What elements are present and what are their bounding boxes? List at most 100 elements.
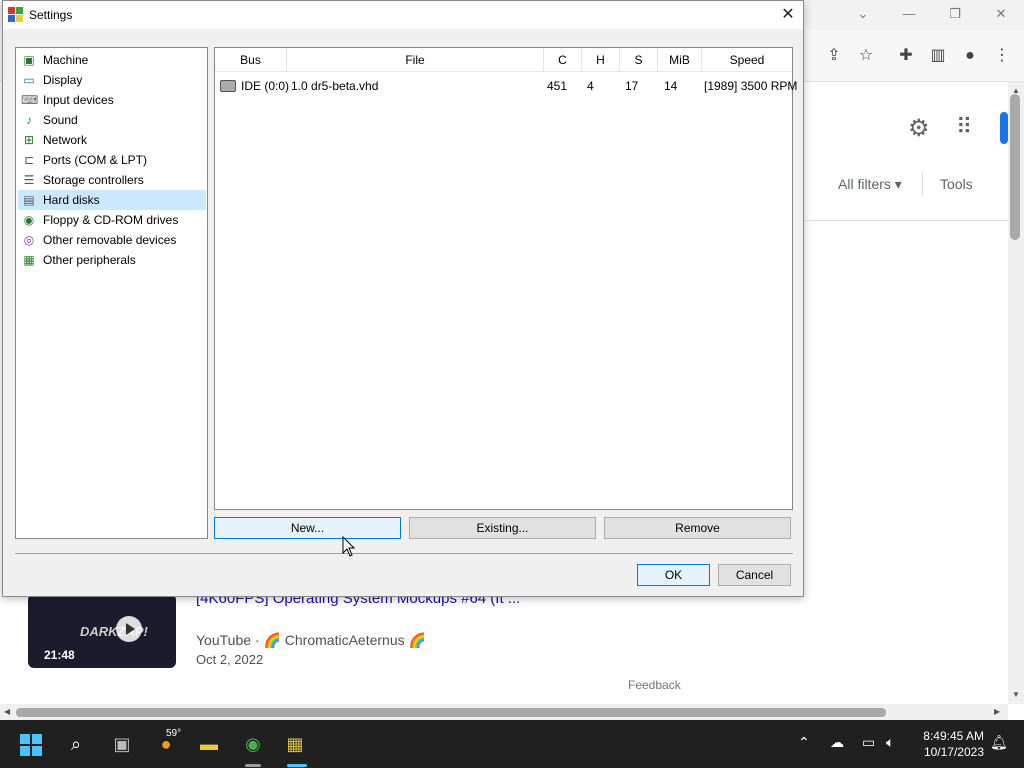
list-header: Bus File C H S MiB Speed — [215, 48, 792, 72]
tree-item-machine[interactable]: ▣ Machine — [18, 50, 206, 70]
new-button[interactable]: New... — [214, 517, 401, 539]
peripherals-icon: ▦ — [23, 253, 35, 267]
cell-s: 17 — [625, 79, 639, 93]
tree-item-other-removable[interactable]: ◎ Other removable devices — [18, 230, 206, 250]
tree-item-display[interactable]: ▭ Display — [18, 70, 206, 90]
hard-disk-row-icon — [220, 80, 236, 92]
scroll-up-arrow-icon[interactable]: ▲ — [1012, 86, 1020, 95]
bookmark-star-icon[interactable]: ☆ — [854, 44, 878, 68]
sound-icon: ♪ — [26, 113, 32, 127]
tree-item-network[interactable]: ⊞ Network — [18, 130, 206, 150]
cell-h: 4 — [587, 79, 594, 93]
close-window-icon[interactable]: ✕ — [986, 4, 1016, 24]
menu-kebab-icon[interactable]: ⋮ — [990, 44, 1014, 68]
result-source: YouTube · 🌈 ChromaticAeternus 🌈 — [196, 632, 426, 648]
taskbar-clock[interactable]: 8:49:45 AM 10/17/2023 — [912, 728, 984, 760]
notification-bell-icon[interactable]: 🔔︎ — [990, 734, 1008, 751]
tree-item-floppy-cdrom[interactable]: ◉ Floppy & CD-ROM drives — [18, 210, 206, 230]
play-icon — [116, 616, 142, 642]
column-c[interactable]: C — [544, 48, 582, 72]
tree-item-other-peripherals[interactable]: ▦ Other peripherals — [18, 250, 206, 270]
cell-mib: 14 — [664, 79, 678, 93]
profile-icon[interactable]: ● — [958, 44, 982, 68]
network-tray-icon[interactable]: ▭ — [862, 734, 875, 751]
video-duration: 21:48 — [44, 648, 75, 662]
emulator-app-icon[interactable]: ▦ — [279, 728, 311, 760]
display-icon: ▭ — [23, 73, 35, 87]
column-speed[interactable]: Speed — [702, 48, 792, 72]
column-mib[interactable]: MiB — [658, 48, 702, 72]
ok-button[interactable]: OK — [637, 564, 710, 586]
start-button[interactable] — [20, 734, 42, 756]
remove-button[interactable]: Remove — [604, 517, 791, 539]
task-view-icon[interactable]: ▣ — [106, 728, 138, 760]
scroll-down-arrow-icon[interactable]: ▼ — [1012, 690, 1020, 699]
cell-c: 451 — [547, 79, 568, 93]
scroll-left-arrow-icon[interactable]: ◀ — [4, 707, 10, 716]
removable-icon: ◎ — [23, 233, 35, 247]
clock-date: 10/17/2023 — [923, 745, 984, 759]
all-filters-button[interactable]: All filters ▾ — [838, 176, 902, 193]
dialog-titlebar[interactable]: Settings ✕ — [3, 1, 803, 29]
existing-button[interactable]: Existing... — [409, 517, 596, 539]
file-explorer-icon[interactable]: ▬ — [193, 728, 225, 760]
apps-grid-icon[interactable]: ⠿ — [956, 114, 972, 140]
storage-icon: ☰ — [23, 173, 35, 187]
cloud-icon[interactable]: ☁ — [830, 734, 844, 751]
floppy-cdrom-icon: ◉ — [23, 213, 35, 227]
restore-icon[interactable]: ❐ — [940, 4, 970, 24]
table-row[interactable]: IDE (0:0) 1.0 dr5-beta.vhd 451 4 17 14 [… — [215, 76, 797, 96]
emulator-active-indicator — [287, 764, 307, 767]
cell-bus: IDE (0:0) — [241, 79, 290, 93]
tree-item-storage-controllers[interactable]: ☰ Storage controllers — [18, 170, 206, 190]
settings-dialog: Settings ✕ ▣ Machine ▭ Display ⌨ Input d… — [2, 0, 804, 597]
tree-item-sound[interactable]: ♪ Sound — [18, 110, 206, 130]
clock-time: 8:49:45 AM — [923, 729, 984, 743]
tools-button[interactable]: Tools — [940, 176, 973, 192]
tree-item-ports[interactable]: ⊏ Ports (COM & LPT) — [18, 150, 206, 170]
result-date: Oct 2, 2022 — [196, 652, 264, 667]
horizontal-scroll-thumb[interactable] — [16, 708, 886, 717]
weather-temp: 59° — [166, 728, 182, 739]
tray-overflow-icon[interactable]: ⌃ — [798, 734, 810, 751]
chrome-active-indicator — [245, 764, 261, 767]
column-s[interactable]: S — [620, 48, 658, 72]
video-thumbnail[interactable]: DARKZAP! 21:48 — [28, 594, 176, 668]
tree-item-input-devices[interactable]: ⌨ Input devices — [18, 90, 206, 110]
extensions-icon[interactable]: ✚ — [894, 44, 918, 68]
dialog-separator — [15, 553, 793, 554]
volume-icon[interactable]: 🔈︎ — [886, 734, 894, 751]
mouse-cursor-icon — [342, 536, 356, 557]
column-h[interactable]: H — [582, 48, 620, 72]
settings-gear-icon[interactable]: ⚙ — [908, 114, 930, 143]
settings-category-tree: ▣ Machine ▭ Display ⌨ Input devices ♪ So… — [15, 47, 208, 539]
taskbar: ⌕ ▣ ● 59° ▬ ◉ ▦ ⌃ ☁ ▭ 🔈︎ 8:49:45 AM 10/1… — [0, 720, 1024, 768]
ports-icon: ⊏ — [23, 153, 35, 167]
filters-divider — [922, 174, 923, 196]
chrome-icon[interactable]: ◉ — [237, 728, 269, 760]
sign-in-button[interactable] — [1000, 112, 1008, 144]
scroll-right-arrow-icon[interactable]: ▶ — [994, 707, 1000, 716]
tree-item-hard-disks[interactable]: ▤ Hard disks — [18, 190, 206, 210]
network-icon: ⊞ — [23, 133, 35, 147]
hard-disk-list[interactable]: Bus File C H S MiB Speed IDE (0:0) 1.0 d… — [214, 47, 797, 510]
vertical-scroll-thumb[interactable] — [1010, 94, 1020, 240]
minimize-icon[interactable]: — — [894, 4, 924, 24]
windows-logo-icon — [20, 734, 30, 744]
tab-search-icon[interactable]: ⌄ — [848, 4, 878, 24]
close-icon[interactable]: ✕ — [775, 3, 801, 27]
cell-file: 1.0 dr5-beta.vhd — [291, 79, 379, 93]
cancel-button[interactable]: Cancel — [718, 564, 791, 586]
side-panel-icon[interactable]: ▥ — [926, 44, 950, 68]
cell-speed: [1989] 3500 RPM — [704, 79, 798, 93]
desktop: ⌄ — ❐ ✕ ⇪ ☆ ✚ ▥ ● ⋮ ⚙ ⠿ All filters ▾ To… — [0, 0, 1024, 768]
hard-disk-icon: ▤ — [23, 193, 35, 207]
search-icon[interactable]: ⌕ — [60, 728, 92, 760]
input-devices-icon: ⌨ — [21, 93, 39, 107]
share-icon[interactable]: ⇪ — [822, 44, 846, 68]
dialog-title: Settings — [29, 8, 73, 22]
column-bus[interactable]: Bus — [215, 48, 287, 72]
feedback-link[interactable]: Feedback — [628, 678, 681, 692]
column-file[interactable]: File — [287, 48, 544, 72]
app-logo-icon — [8, 7, 23, 22]
